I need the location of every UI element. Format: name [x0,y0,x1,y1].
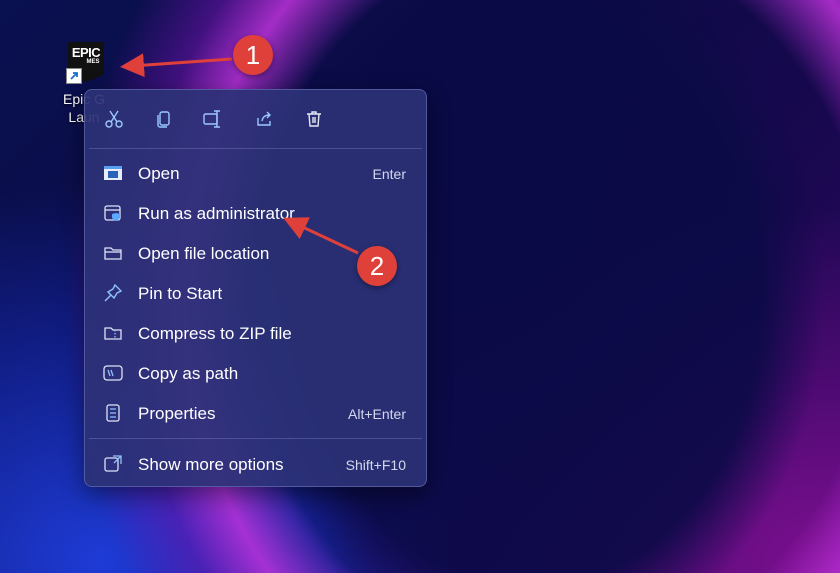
folder-icon [103,243,123,263]
context-menu: Open Enter Run as administrator Open fil… [84,89,427,487]
pin-icon [103,283,123,303]
epic-games-desktop-icon[interactable]: EPIC MES [66,42,106,84]
menu-item-shortcut: Alt+Enter [348,406,406,422]
annotation-arrow-1 [120,53,233,78]
annotation-badge-1: 1 [233,35,273,75]
rename-icon[interactable] [200,106,226,132]
menu-item-properties[interactable]: Properties Alt+Enter [91,395,420,431]
shield-window-icon [103,203,123,223]
menu-item-shortcut: Shift+F10 [345,457,406,473]
open-app-icon [103,163,123,183]
menu-divider [89,148,422,149]
shortcut-arrow-icon [66,68,82,84]
menu-item-label: Open [138,164,180,183]
menu-item-label: Copy as path [138,364,239,383]
menu-item-label: Show more options [138,455,284,474]
logo-text-top: EPIC [71,45,101,60]
menu-divider [89,438,422,439]
menu-item-label: Run as administrator [138,204,295,223]
zip-folder-icon [103,323,123,343]
path-icon [103,363,123,383]
menu-item-show-more-options[interactable]: Show more options Shift+F10 [91,446,420,482]
menu-item-label: Open file location [138,244,270,263]
properties-icon [103,403,123,423]
copy-icon[interactable] [151,106,177,132]
logo-text-bottom: MES [86,59,100,65]
delete-icon[interactable] [301,106,327,132]
menu-item-label: Pin to Start [138,284,223,303]
cut-icon[interactable] [101,106,127,132]
share-icon[interactable] [251,106,277,132]
menu-item-shortcut: Enter [372,166,406,182]
menu-item-compress-to-zip[interactable]: Compress to ZIP file [91,315,420,351]
menu-item-run-as-administrator[interactable]: Run as administrator [91,195,420,231]
menu-item-label: Compress to ZIP file [138,324,292,343]
annotation-badge-2: 2 [357,246,397,286]
menu-item-open[interactable]: Open Enter [91,155,420,191]
menu-item-label: Properties [138,404,216,423]
menu-item-copy-as-path[interactable]: Copy as path [91,355,420,391]
expand-icon [103,454,123,474]
context-menu-toolbar [85,90,426,148]
